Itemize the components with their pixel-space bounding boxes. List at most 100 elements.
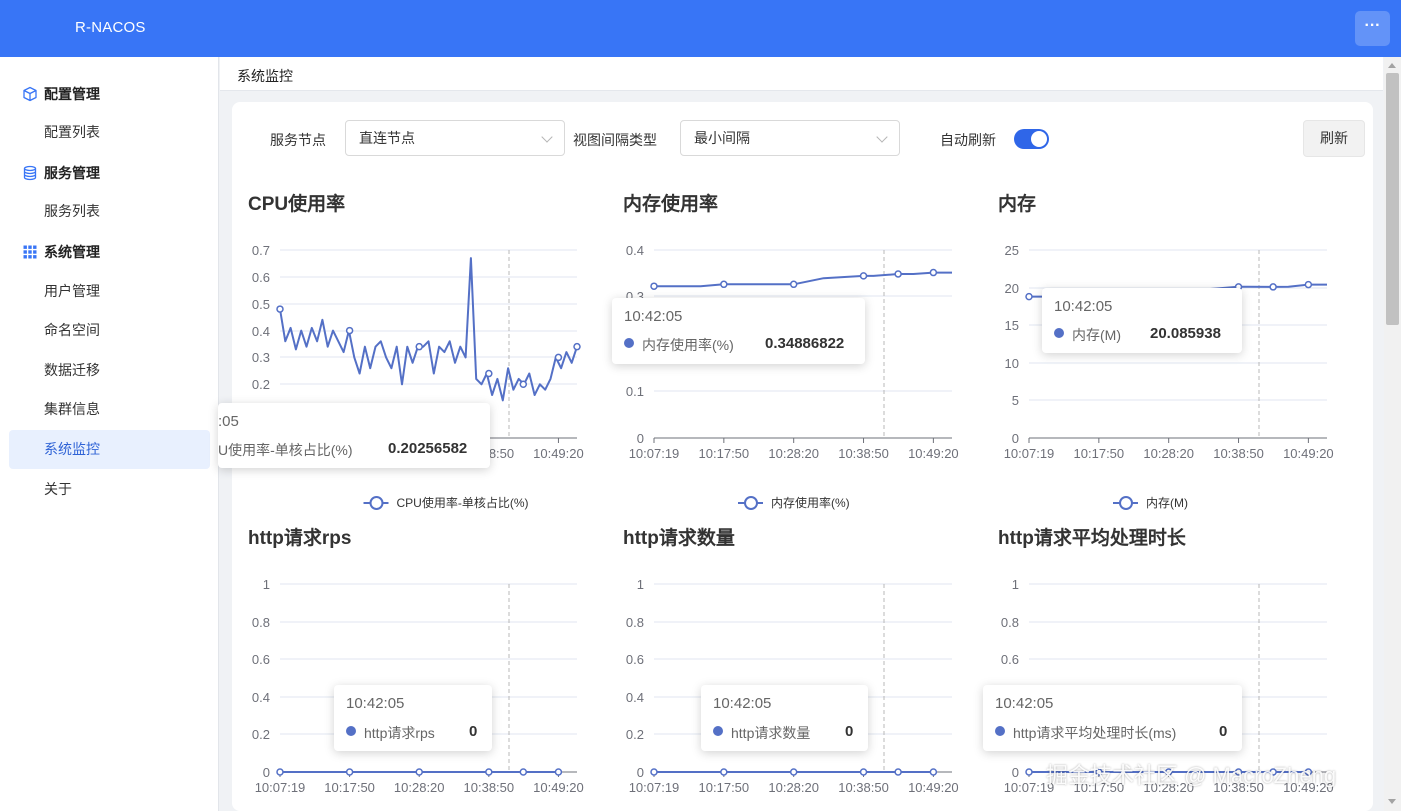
y-tick-label: 0	[637, 765, 644, 780]
data-point	[485, 768, 493, 776]
tooltip-value: 0	[1219, 723, 1228, 740]
data-point	[650, 282, 658, 290]
legend-marker	[744, 496, 758, 510]
data-point	[1025, 768, 1033, 776]
x-tick-label: 10:28:20	[1143, 446, 1194, 461]
x-tick-label: 10:49:20	[533, 780, 584, 795]
tooltip-time: 10:42:05	[1054, 298, 1113, 315]
y-tick-label: 0.6	[626, 652, 644, 667]
series-line	[654, 271, 952, 288]
x-tick-label: 10:49:20	[908, 446, 959, 461]
y-tick-label: 1	[1012, 577, 1019, 592]
x-tick-label: 10:17:50	[1074, 446, 1125, 461]
y-tick-label: 5	[1012, 393, 1019, 408]
y-tick-label: 20	[1005, 281, 1019, 296]
tooltip-value: 0.34886822	[765, 335, 845, 352]
x-tick-label: 10:17:50	[699, 780, 750, 795]
x-tick-label: 10:38:50	[1213, 446, 1264, 461]
tooltip-series-name: http请求rps	[364, 725, 435, 741]
y-tick-label: 0.8	[626, 615, 644, 630]
tooltip-time: 10:42:05	[713, 695, 772, 712]
mem-tooltip: 10:42:05 内存(M) 20.085938	[1042, 288, 1242, 353]
y-tick-label: 0.8	[252, 615, 270, 630]
y-tick-label: 0.7	[252, 243, 270, 258]
y-tick-label: 0.5	[252, 297, 270, 312]
data-point	[929, 768, 938, 776]
data-point	[345, 768, 354, 776]
tooltip-value: 0	[845, 723, 854, 740]
y-tick-label: 0.4	[626, 690, 644, 705]
data-point	[1269, 283, 1277, 291]
tooltip-value: 0.20256582	[388, 440, 468, 457]
x-tick-label: 10:49:20	[1283, 446, 1334, 461]
x-tick-label: 10:28:20	[394, 780, 445, 795]
y-tick-label: 0	[1012, 765, 1019, 780]
tooltip-series-name: 内存(M)	[1072, 327, 1121, 343]
tooltip-series-name-cut: U使用率-单核占比(%)	[218, 442, 353, 458]
tooltip-series-dot	[1054, 328, 1064, 338]
data-point	[519, 380, 528, 389]
legend-marker	[1119, 496, 1133, 510]
data-point	[720, 768, 728, 776]
data-point	[894, 270, 902, 278]
tooltip-time: 10:42:05	[995, 695, 1054, 712]
data-point	[1025, 292, 1033, 301]
tooltip-value: 0	[469, 723, 478, 740]
y-tick-label: 0.3	[252, 350, 270, 365]
series-line	[279, 257, 578, 402]
y-tick-label: 1	[637, 577, 644, 592]
tooltip-value: 20.085938	[1150, 325, 1221, 342]
data-point	[276, 305, 284, 313]
data-point	[554, 768, 563, 776]
tooltip-series-name: http请求数量	[731, 725, 811, 741]
data-point	[720, 280, 728, 289]
y-tick-label: 0.6	[1001, 652, 1019, 667]
legend-label: 内存使用率(%)	[771, 495, 850, 510]
tooltip-time: 10:42:05	[624, 308, 683, 325]
x-tick-label: 10:28:20	[768, 780, 819, 795]
mem-usage-tooltip: 10:42:05 内存使用率(%) 0.34886822	[612, 298, 865, 364]
legend-marker	[369, 496, 384, 510]
tooltip-series-dot	[713, 726, 723, 736]
y-tick-label: 0.2	[252, 377, 270, 392]
x-tick-label: 10:07:19	[1004, 446, 1055, 461]
data-point	[789, 768, 798, 776]
data-point	[1304, 280, 1313, 289]
y-tick-label: 0.6	[252, 652, 270, 667]
http-avg-time-tooltip: 10:42:05 http请求平均处理时长(ms) 0	[983, 685, 1242, 751]
legend-label: 内存(M)	[1146, 496, 1188, 510]
cpu-tooltip: :05 U使用率-单核占比(%) 0.20256582	[218, 403, 490, 468]
data-point	[554, 353, 563, 362]
data-point	[415, 342, 423, 351]
y-tick-label: 1	[263, 577, 270, 592]
y-tick-label: 0.6	[252, 270, 270, 285]
y-tick-label: 0.4	[252, 690, 270, 705]
tooltip-series-dot	[346, 726, 356, 736]
y-tick-label: 0.1	[626, 384, 644, 399]
x-tick-label: 10:38:50	[838, 780, 889, 795]
y-tick-label: 0.2	[626, 727, 644, 742]
y-tick-label: 0.4	[626, 243, 644, 258]
tooltip-series-dot	[624, 338, 634, 348]
x-tick-label: 10:38:50	[838, 446, 889, 461]
x-tick-label: 10:07:19	[629, 780, 680, 795]
tooltip-time: 10:42:05	[346, 695, 405, 712]
tooltip-time-cut: :05	[218, 413, 239, 430]
x-tick-label: 10:49:20	[533, 446, 584, 461]
x-tick-label: 10:07:19	[255, 780, 306, 795]
y-tick-label: 0.4	[252, 324, 270, 339]
y-tick-label: 0.8	[1001, 615, 1019, 630]
y-tick-label: 25	[1005, 243, 1019, 258]
data-point	[485, 369, 493, 378]
tooltip-series-dot	[995, 726, 1005, 736]
data-point	[859, 272, 868, 280]
data-point	[789, 280, 798, 289]
y-tick-label: 15	[1005, 318, 1019, 333]
http-rps-tooltip: 10:42:05 http请求rps 0	[334, 685, 492, 751]
y-tick-label: 0	[263, 765, 270, 780]
data-point	[415, 768, 423, 776]
x-tick-label: 10:49:20	[908, 780, 959, 795]
data-point	[519, 768, 528, 776]
tooltip-series-name: http请求平均处理时长(ms)	[1013, 725, 1177, 741]
data-point	[573, 342, 581, 351]
